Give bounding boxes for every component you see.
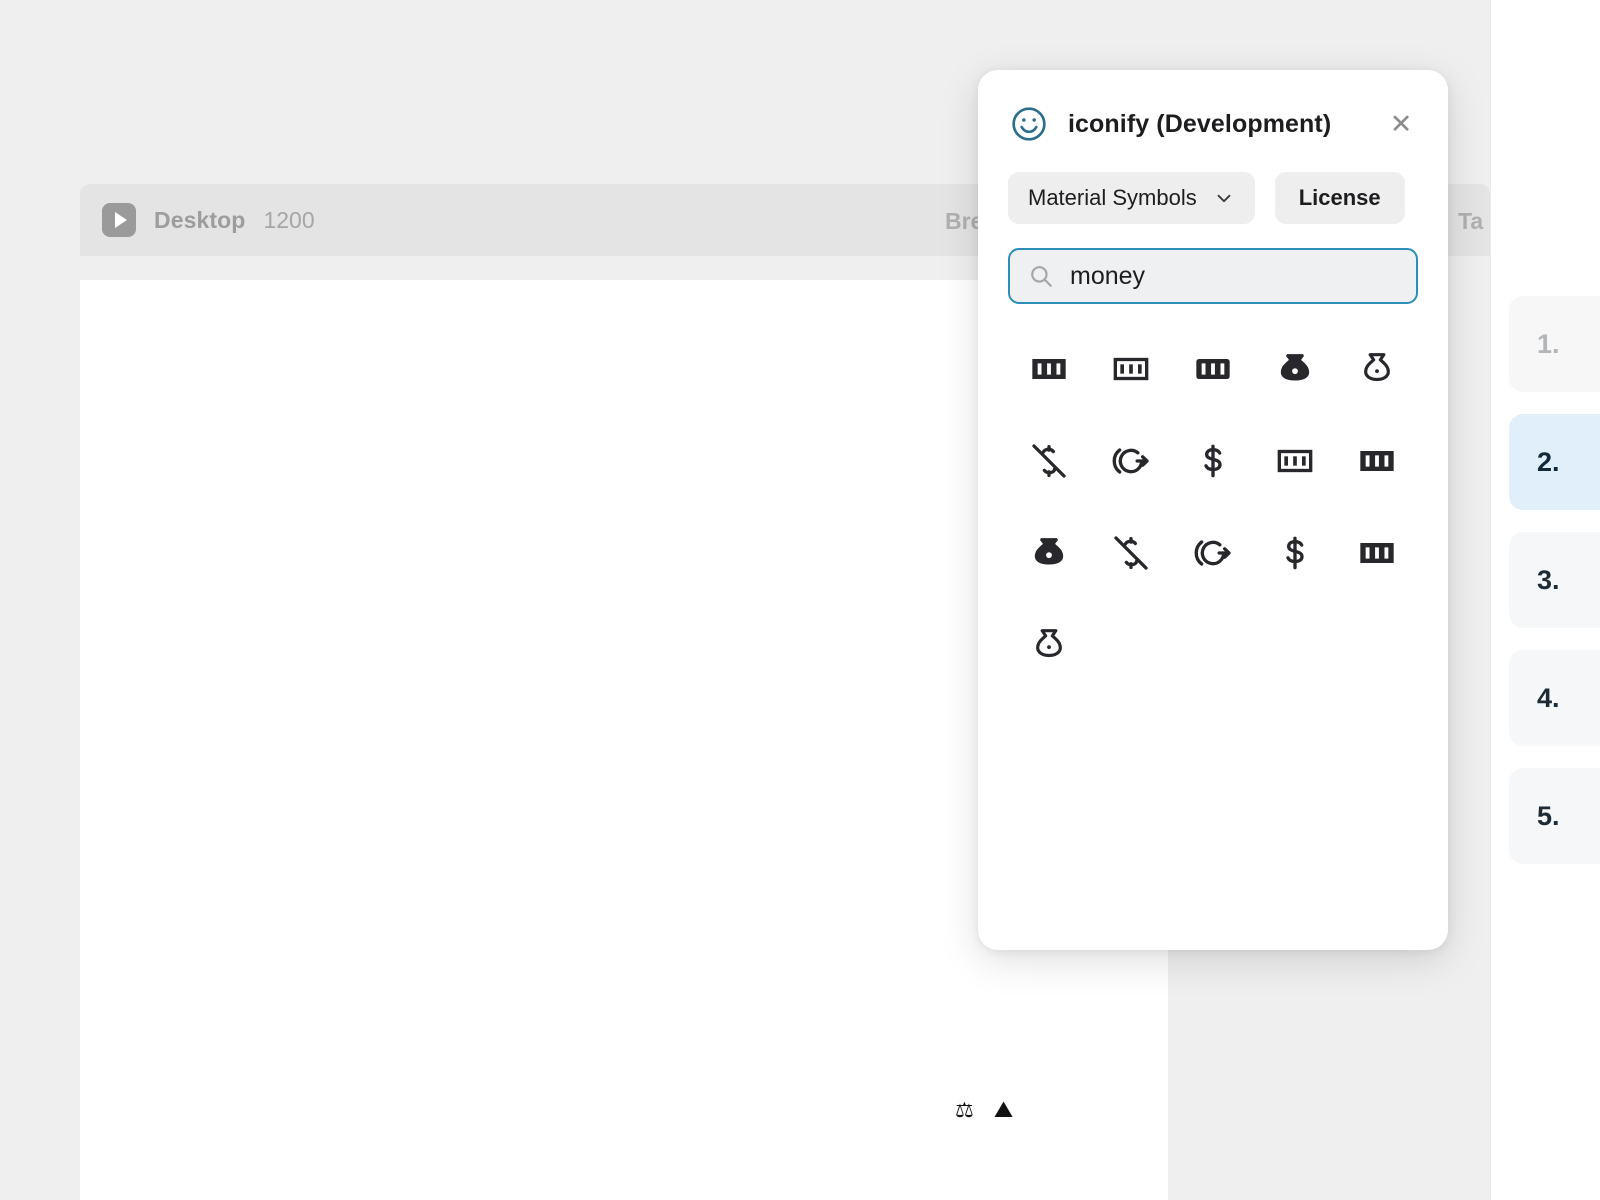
step-item-2[interactable]: 2. [1509,414,1600,510]
breakpoint-width: 1200 [263,206,315,233]
step-label: 5. [1537,800,1560,831]
step-label: 2. [1537,446,1560,477]
license-label: License [1298,185,1381,210]
canvas-glyph-group: ⚖ ⛰ [955,1096,1014,1122]
collection-select[interactable]: Material Symbols [1008,172,1255,224]
icon-result-currency-exchange-2[interactable] [1172,524,1254,582]
step-label: 3. [1537,564,1560,595]
steps-panel: 1. 2. 3. 4. 5. [1490,0,1600,1200]
close-icon[interactable]: ✕ [1384,107,1418,141]
iconify-panel: iconify (Development) ✕ Material Symbols… [978,70,1448,950]
step-item-3[interactable]: 3. [1509,532,1600,628]
collection-label: Material Symbols [1028,185,1197,210]
icon-result-money-bag-filled[interactable] [1254,340,1336,398]
panel-title: iconify (Development) [1068,109,1332,138]
icon-result-money-filled-2[interactable] [1336,432,1418,490]
icon-result-currency-exchange[interactable] [1090,432,1172,490]
step-label: 1. [1537,328,1560,359]
icon-result-money-filled-3[interactable] [1336,524,1418,582]
compass-glyph: ⚖ [955,1099,974,1122]
icon-result-money-rounded[interactable] [1172,340,1254,398]
step-item-5[interactable]: 5. [1509,768,1600,864]
breakpoint-name: Desktop [154,206,246,233]
step-label: 4. [1537,682,1560,713]
icon-result-money-outline[interactable] [1090,340,1172,398]
icon-result-money-bag-outline-2[interactable] [1008,616,1090,674]
icon-result-money-off-outline[interactable] [1090,524,1172,582]
chevron-down-icon [1213,187,1235,209]
step-item-1[interactable]: 1. [1509,296,1600,392]
license-button[interactable]: License [1274,172,1405,224]
icon-result-attach-money[interactable] [1172,432,1254,490]
search-icon [1028,263,1054,289]
step-item-4[interactable]: 4. [1509,650,1600,746]
icon-result-money-outline-2[interactable] [1254,432,1336,490]
icon-result-money-bag-filled-2[interactable] [1008,524,1090,582]
panel-controls: Material Symbols License [1008,172,1418,224]
icon-result-attach-money-2[interactable] [1254,524,1336,582]
smiley-icon [1008,103,1050,145]
icon-results-grid [1008,340,1418,674]
cluster-glyph: ⛰ [993,1096,1014,1122]
screen: 1. 2. 3. 4. 5. Desktop 1200 Bre Ta ⚖ ⛰ i… [0,0,1600,1200]
search-input[interactable] [1070,261,1398,291]
panel-header: iconify (Development) ✕ [1008,70,1418,170]
icon-result-money-off-filled[interactable] [1008,432,1090,490]
tablet-label[interactable]: Ta [1458,208,1568,235]
icon-result-money-filled[interactable] [1008,340,1090,398]
play-icon[interactable] [102,203,136,237]
icon-result-money-bag-outline[interactable] [1336,340,1418,398]
search-field[interactable] [1008,248,1418,304]
